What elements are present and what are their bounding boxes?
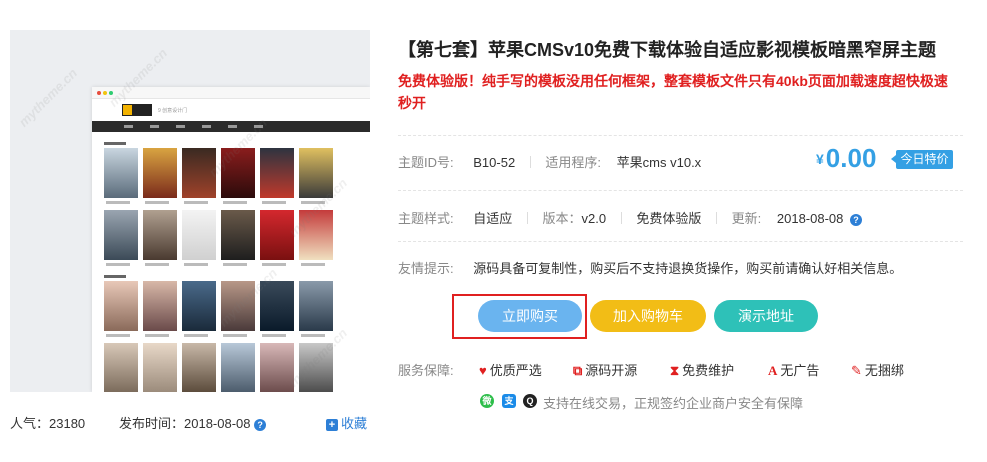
service-item-label: 源码开源 (585, 363, 638, 378)
demo-link-button[interactable]: 演示地址 (714, 300, 818, 332)
today-special-badge: 今日特价 (891, 150, 953, 169)
update-value: 2018-08-08 (776, 211, 844, 226)
service-label: 服务保障: (398, 363, 454, 378)
tip-row: 友情提示: 源码具备可复制性，购买后不支持退换货操作，购买前请确认好相关信息。 (398, 258, 902, 277)
service-item: ✎ 无捆绑 (851, 360, 904, 379)
watermark: mytheme.cn (15, 65, 81, 130)
currency-symbol: ¥ (816, 151, 824, 167)
service-item: ⧗ 免费维护 (670, 360, 734, 379)
browser-titlebar (92, 87, 370, 99)
theme-style-row: 主题样式: 自适应 版本：v2.0 免费体验版 更新: 2018-08-08 ? (398, 208, 862, 227)
service-item-label: 无广告 (780, 363, 820, 378)
product-title: 【第七套】苹果CMSv10免费下载体验自适应影视模板暗黑窄屏主题 (398, 40, 937, 60)
location-pin-icon: ♥ (479, 363, 487, 378)
help-icon[interactable]: ? (850, 214, 862, 226)
version-value: v2.0 (581, 211, 607, 226)
add-to-cart-button[interactable]: 加入购物车 (590, 300, 706, 332)
divider (398, 135, 963, 136)
publish-time: 发布时间：2018-08-08 ? (119, 413, 267, 432)
site-nav (92, 121, 370, 132)
hourglass-icon: ⧗ (670, 363, 680, 378)
payment-text: 支持在线交易，正规签约企业商户安全有保障 (543, 396, 804, 411)
tip-label: 友情提示: (398, 261, 454, 276)
update-label: 更新: (731, 211, 762, 226)
plus-icon: + (326, 419, 338, 431)
service-item-label: 无捆绑 (864, 363, 904, 378)
program-value: 苹果cms v10.x (616, 155, 702, 170)
popularity-label: 人气： (10, 416, 50, 431)
site-header: 9 创意设计门 (92, 99, 370, 121)
service-item-label: 免费维护 (682, 363, 735, 378)
poster-grid (102, 139, 337, 392)
alipay-icon: 支 (502, 394, 516, 408)
site-search-text: 9 创意设计门 (158, 108, 188, 114)
favorite-label: 收藏 (341, 416, 368, 431)
popularity-value: 23180 (49, 416, 86, 431)
highlight-box (452, 294, 587, 339)
theme-id-label: 主题ID号: (398, 155, 454, 170)
site-logo (122, 104, 152, 116)
program-label: 适用程序: (545, 155, 602, 170)
popularity: 人气：23180 (10, 413, 85, 432)
favorite-button[interactable]: + 收藏 (326, 413, 367, 432)
copy-icon: ⧉ (573, 363, 583, 378)
publish-label: 发布时间： (119, 416, 185, 431)
service-item-label: 优质严选 (489, 363, 542, 378)
style-value: 自适应 (473, 211, 513, 226)
product-description: 免费体验版！纯手写的模板没用任何框架，整套模板文件只有40kb页面加载速度超快极… (398, 73, 948, 111)
publish-date: 2018-08-08 (184, 416, 251, 431)
version-label: 版本： (542, 211, 582, 226)
browser-mockup: 9 创意设计门 (92, 87, 370, 392)
qq-icon: Q (523, 394, 537, 408)
service-item: ♥ 优质严选 (479, 360, 542, 379)
price: ¥0.00 (816, 143, 876, 174)
font-icon: A (768, 363, 778, 378)
tip-value: 源码具备可复制性，购买后不支持退换货操作，购买前请确认好相关信息。 (473, 261, 903, 276)
wrench-icon: ✎ (851, 363, 862, 378)
divider (398, 241, 963, 242)
help-icon[interactable]: ? (254, 419, 267, 431)
theme-id-row: 主题ID号: B10-52 适用程序: 苹果cms v10.x (398, 152, 701, 171)
wechat-icon: 微 (480, 394, 494, 408)
theme-id-value: B10-52 (473, 155, 516, 170)
theme-preview-image[interactable]: 9 创意设计门 mytheme.cn mytheme.cn (10, 30, 370, 392)
divider (398, 190, 963, 191)
service-item: ⧉ 源码开源 (573, 360, 637, 379)
price-amount: 0.00 (825, 143, 877, 173)
style-label: 主题样式: (398, 211, 454, 226)
edition-value: 免费体验版 (636, 211, 702, 226)
service-item: A 无广告 (768, 360, 819, 379)
